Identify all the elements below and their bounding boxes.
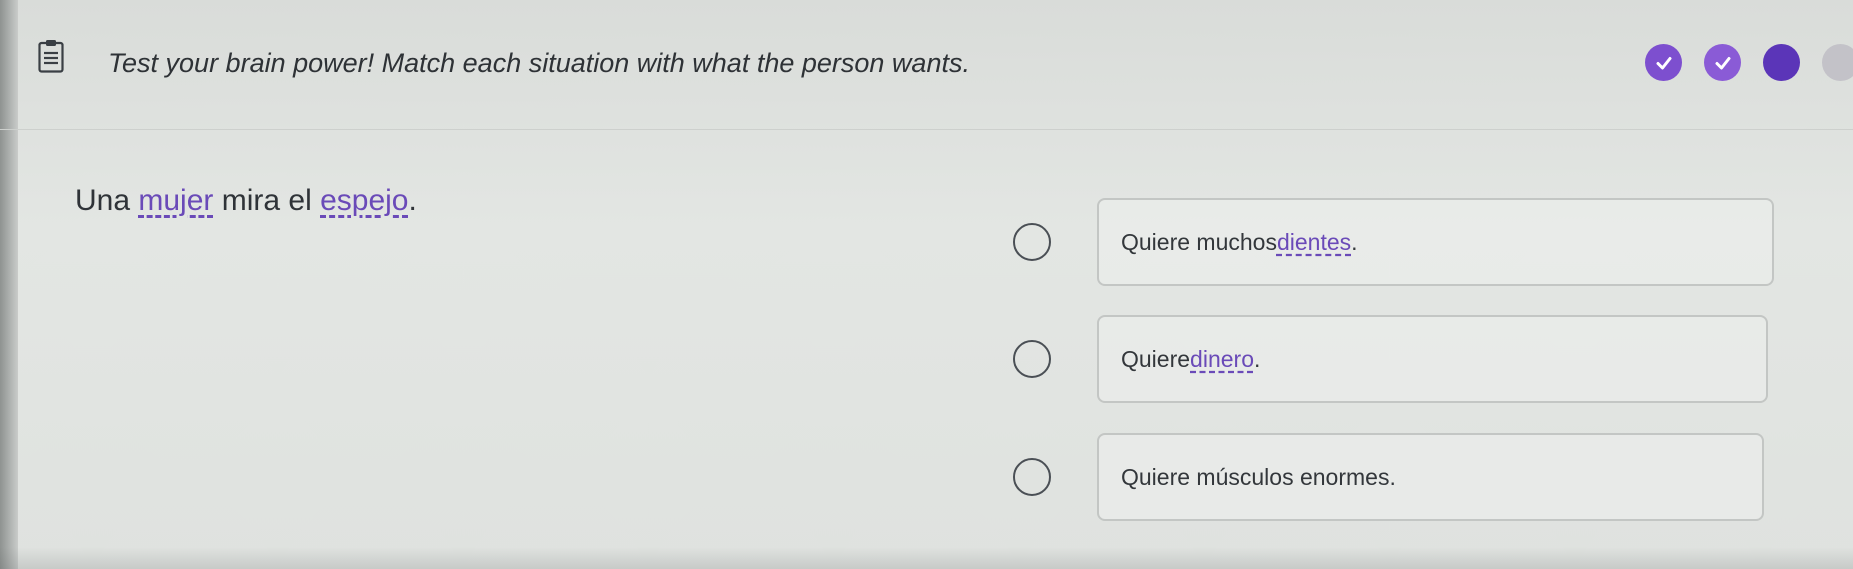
progress-dot-3 [1763,44,1800,81]
vocab-word-dientes[interactable]: dientes [1277,229,1351,256]
progress-dot-2 [1704,44,1741,81]
vocab-word-dinero[interactable]: dinero [1190,346,1254,373]
option-text: . [1351,228,1358,255]
option-card[interactable]: Quiere muchos dientes. [1097,198,1774,286]
progress-indicator [1645,44,1853,81]
progress-dot-1 [1645,44,1682,81]
clipboard-icon [38,40,64,73]
option-text: . [1253,345,1261,372]
vocab-word-mujer[interactable]: mujer [138,184,213,217]
option-text: Quiere músculos enormes. [1121,463,1396,490]
header-divider [0,129,1853,130]
prompt-text: mira el [213,184,321,217]
answer-option-1[interactable]: Quiere muchos dientes. [1013,198,1774,286]
prompt-text: Una [75,184,139,217]
prompt-text: . [408,184,417,217]
option-text: Quiere muchos [1121,228,1277,255]
option-card[interactable]: Quiere dinero. [1097,315,1768,403]
radio-button[interactable] [1013,223,1051,261]
vocab-word-espejo[interactable]: espejo [320,184,408,217]
answer-option-3[interactable]: Quiere músculos enormes. [1013,433,1764,521]
header: Test your brain power! Match each situat… [0,0,1853,130]
radio-button[interactable] [1013,458,1051,496]
checkmark-icon [1715,56,1730,69]
progress-dot-4 [1822,44,1853,81]
bottom-edge-shade [0,547,1853,569]
question-prompt: Una mujer mira el espejo. [75,184,417,218]
radio-button[interactable] [1013,340,1051,378]
answer-option-2[interactable]: Quiere dinero. [1013,315,1768,403]
option-card[interactable]: Quiere músculos enormes. [1097,433,1764,521]
option-text: Quiere [1121,345,1191,372]
checkmark-icon [1656,56,1671,69]
instruction-text: Test your brain power! Match each situat… [108,48,970,78]
